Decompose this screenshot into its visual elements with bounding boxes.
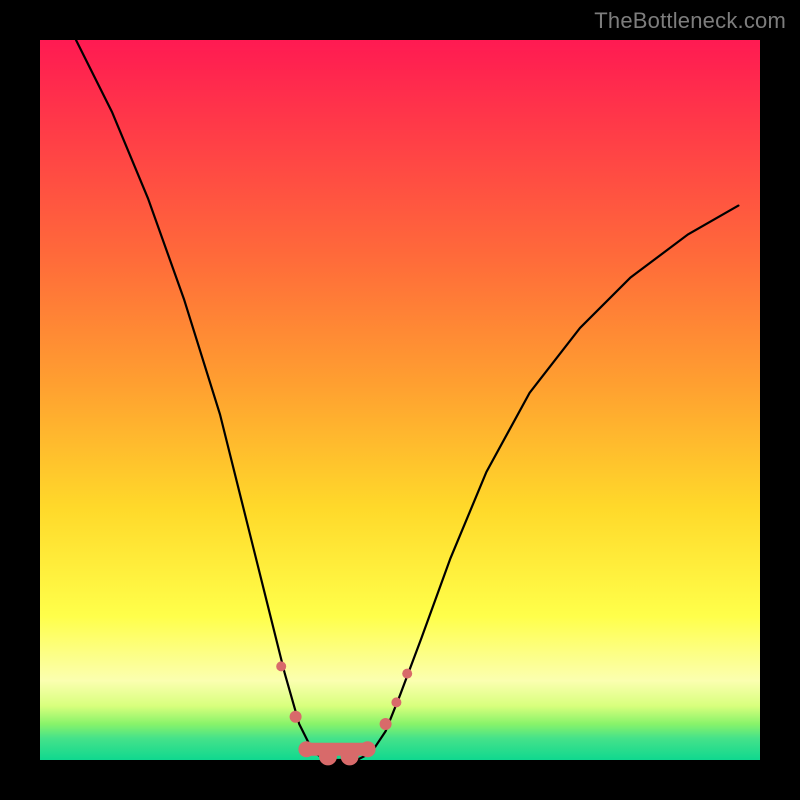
marker-point bbox=[402, 669, 412, 679]
bottleneck-curve bbox=[76, 40, 738, 760]
chart-frame: TheBottleneck.com bbox=[0, 0, 800, 800]
marker-point bbox=[391, 697, 401, 707]
marker-point bbox=[290, 711, 302, 723]
marker-point bbox=[276, 661, 286, 671]
marker-point bbox=[380, 718, 392, 730]
watermark-text: TheBottleneck.com bbox=[594, 8, 786, 34]
plot-area bbox=[40, 40, 760, 760]
curve-layer bbox=[40, 40, 760, 760]
